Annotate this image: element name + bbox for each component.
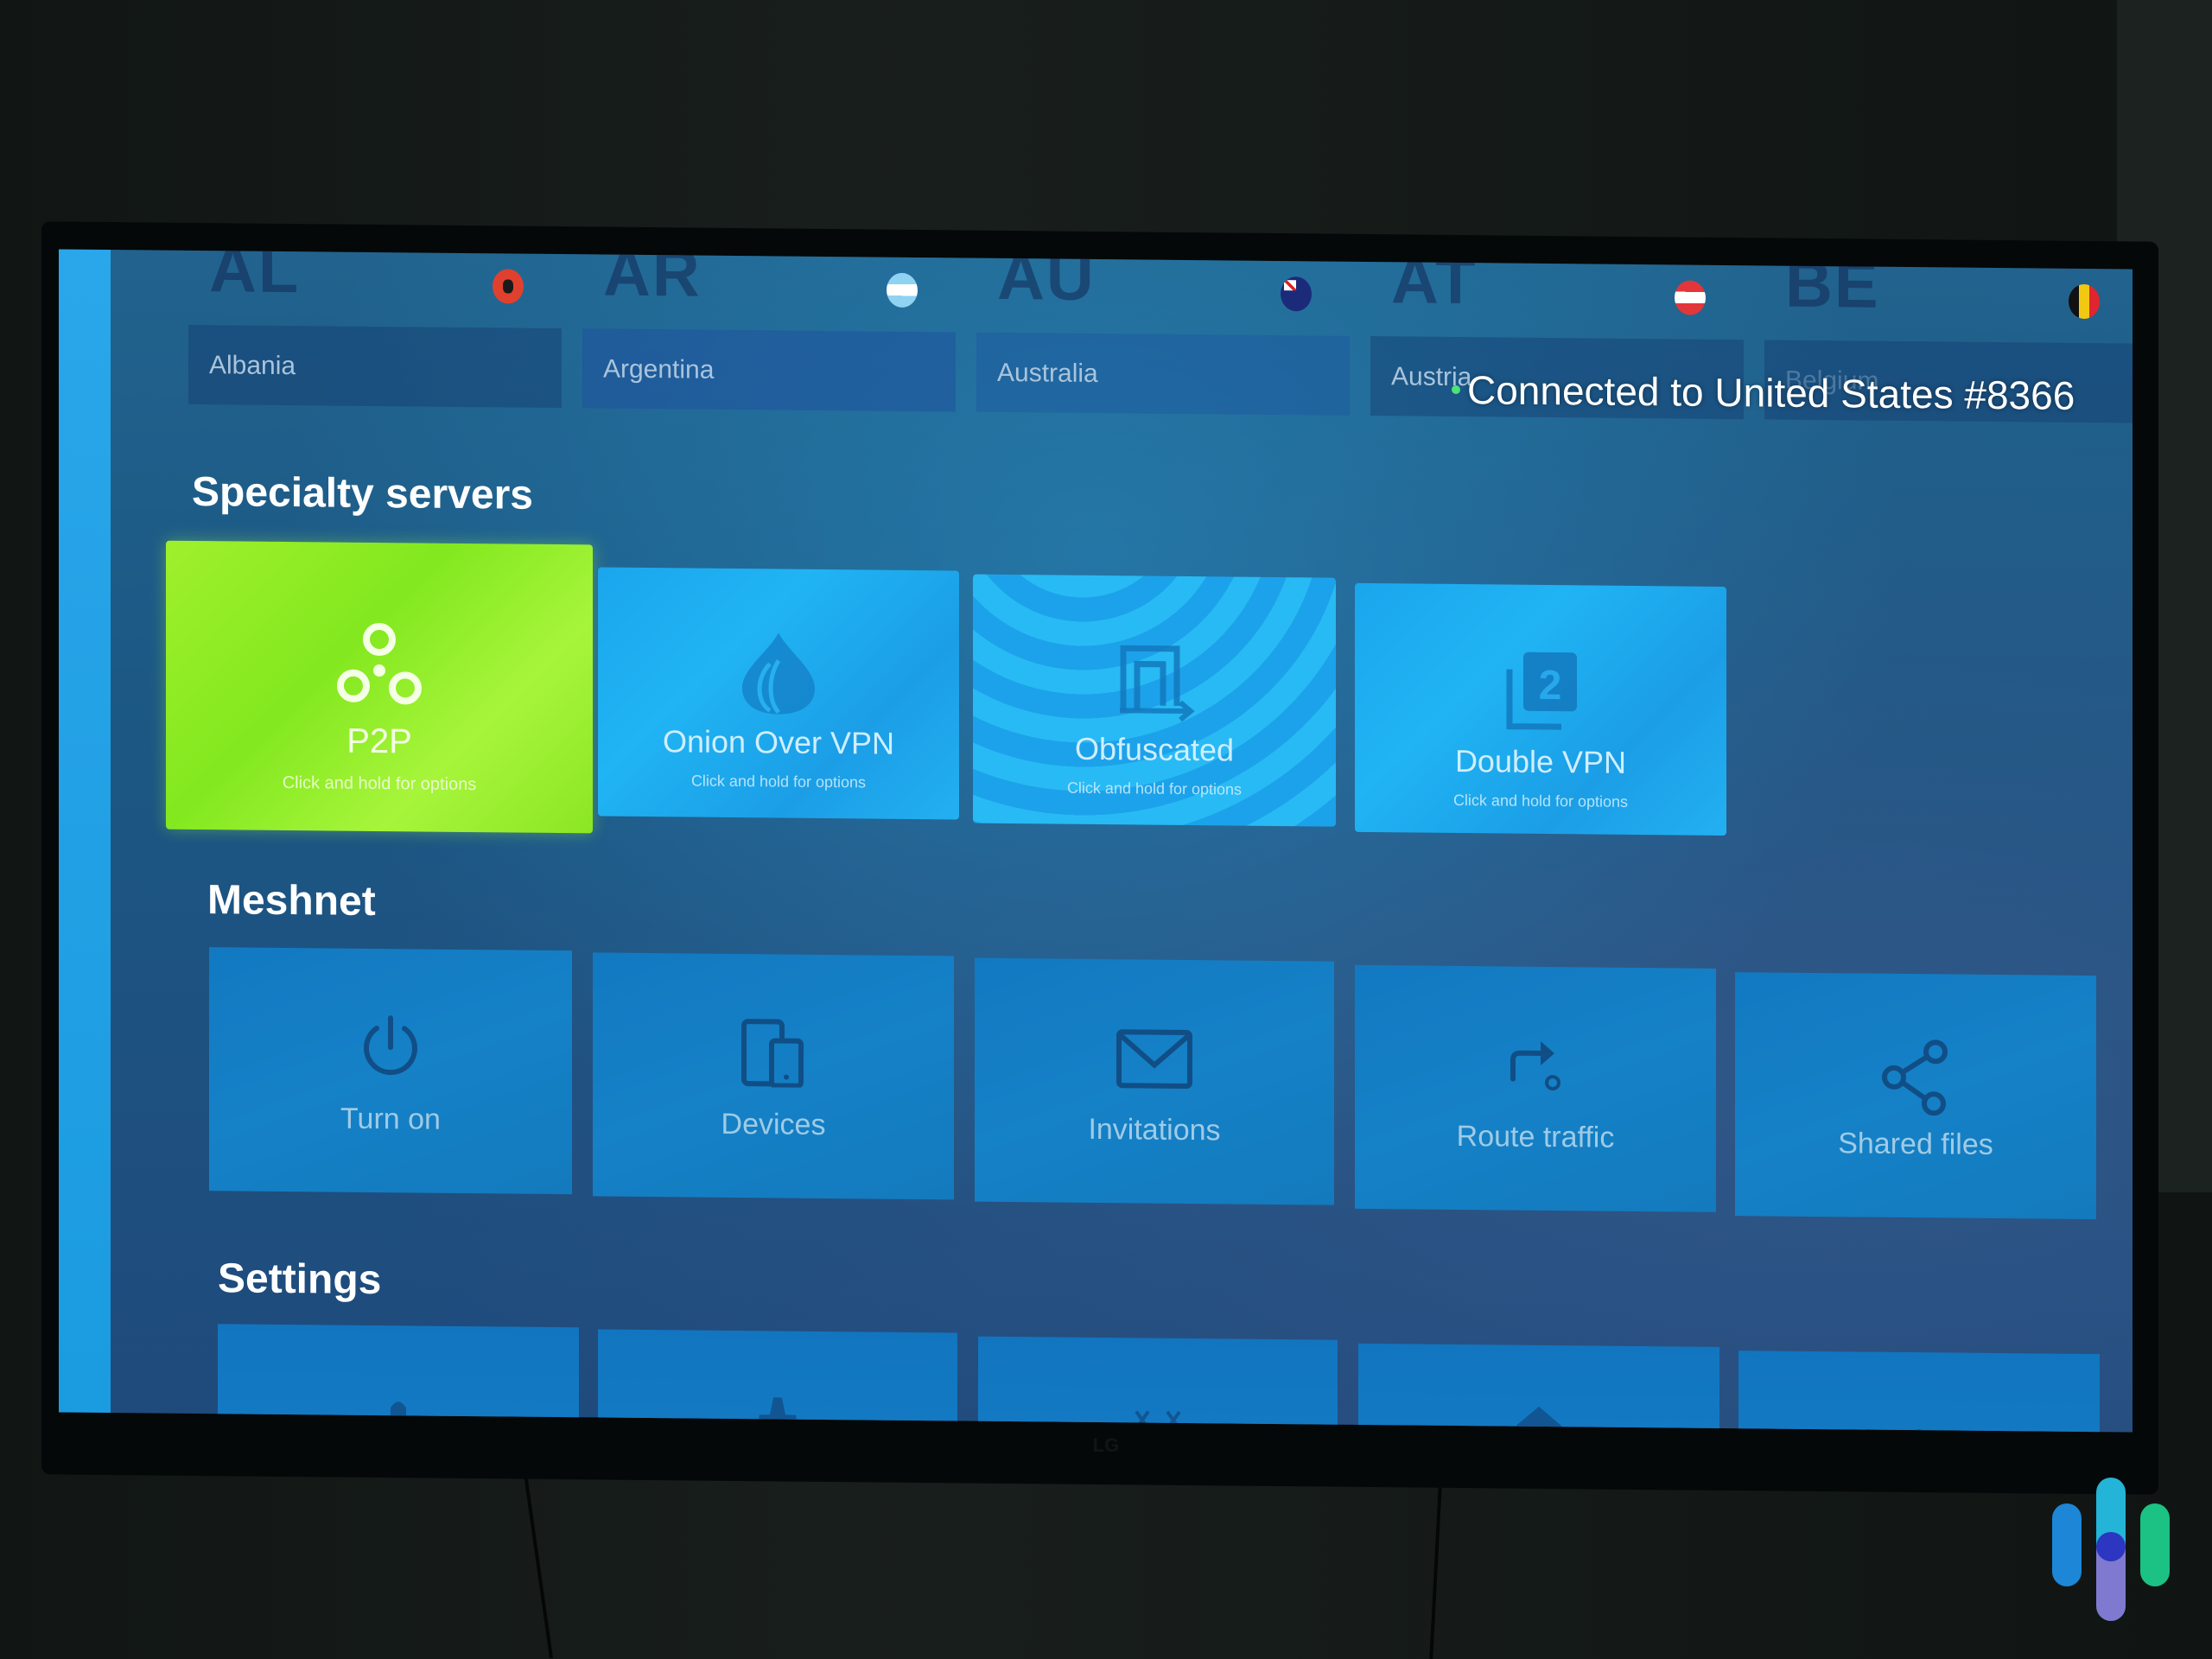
tile-hint: Click and hold for options (282, 772, 477, 795)
country-name-box: Albania (188, 324, 562, 409)
country-name: Argentina (603, 354, 715, 385)
country-card-australia[interactable]: AU Australia (976, 249, 1350, 426)
specialty-tile-onion-over-vpn[interactable]: Onion Over VPN Click and hold for option… (598, 567, 959, 820)
watermark-logo (2046, 1478, 2176, 1624)
meshnet-heading: Meshnet (207, 877, 376, 925)
tile-hint: Click and hold for options (1066, 779, 1243, 798)
share-icon (1877, 1038, 1955, 1121)
meshnet-tile-shared-files[interactable]: Shared files (1735, 972, 2096, 1220)
country-name: Australia (997, 358, 1098, 389)
australia-flag-icon (1281, 276, 1312, 312)
svg-text:2: 2 (1539, 663, 1562, 709)
meshnet-tile-turn-on[interactable]: Turn on (209, 947, 572, 1195)
austria-flag-icon (1675, 280, 1706, 315)
country-code: AL (209, 249, 301, 308)
power-icon (356, 1013, 425, 1087)
specialty-servers-heading: Specialty servers (192, 468, 533, 518)
tile-label: Devices (721, 1107, 826, 1141)
country-code: AU (997, 249, 1096, 315)
country-name-box: Australia (976, 332, 1350, 416)
envelope-icon (1116, 1023, 1193, 1097)
tile-label: Invitations (1088, 1112, 1221, 1147)
specialty-tile-obfuscated[interactable]: Obfuscated Click and hold for options (973, 574, 1336, 827)
country-name-box: Argentina (582, 328, 956, 412)
tile-title: Onion Over VPN (662, 723, 895, 761)
meshnet-tile-devices[interactable]: Devices (593, 952, 954, 1200)
meshnet-tile-route-traffic[interactable]: Route traffic (1355, 964, 1716, 1212)
meshnet-tile-invitations[interactable]: Invitations (975, 957, 1334, 1205)
onion-icon (735, 629, 822, 721)
tile-label: Shared files (1838, 1127, 1993, 1161)
obfuscated-icon (1111, 636, 1198, 728)
p2p-icon (336, 620, 423, 712)
albania-flag-icon (493, 269, 524, 304)
settings-tile-3[interactable] (978, 1336, 1338, 1433)
devices-icon (739, 1018, 808, 1092)
specialty-tile-p2p[interactable]: P2P Click and hold for options (166, 540, 593, 834)
settings-tile-5[interactable] (1738, 1351, 2100, 1433)
route-arrow-icon (1501, 1031, 1570, 1105)
settings-tile-2[interactable] (598, 1329, 957, 1433)
connection-status-toast: Connected to United States #8366 (1467, 367, 2075, 418)
belgium-flag-icon (2069, 283, 2100, 320)
settings-heading: Settings (218, 1255, 382, 1304)
tv-brand-logo: LG (1092, 1434, 1120, 1456)
sidebar-strip[interactable] (59, 249, 111, 1414)
country-card-albania[interactable]: AL Albania (188, 249, 562, 418)
double-vpn-icon: 2 (1497, 646, 1584, 738)
tile-hint: Click and hold for options (690, 772, 867, 791)
country-name: Albania (209, 351, 296, 381)
tile-hint: Click and hold for options (1452, 791, 1629, 810)
connected-status-dot (1452, 385, 1460, 395)
tv-screen: AL Albania AR Argentina AU Australia AT … (59, 249, 2133, 1433)
specialty-tile-double-vpn[interactable]: 2 Double VPN Click and hold for options (1355, 582, 1726, 836)
tile-title: P2P (346, 721, 412, 761)
country-code: AR (603, 249, 702, 311)
settings-tile-4[interactable] (1358, 1343, 1719, 1433)
tile-label: Route traffic (1456, 1120, 1615, 1154)
tile-title: Obfuscated (1074, 730, 1235, 768)
tile-label: Turn on (340, 1102, 441, 1136)
country-card-argentina[interactable]: AR Argentina (582, 249, 956, 422)
argentina-flag-icon (887, 272, 918, 308)
tile-title: Double VPN (1454, 742, 1627, 780)
